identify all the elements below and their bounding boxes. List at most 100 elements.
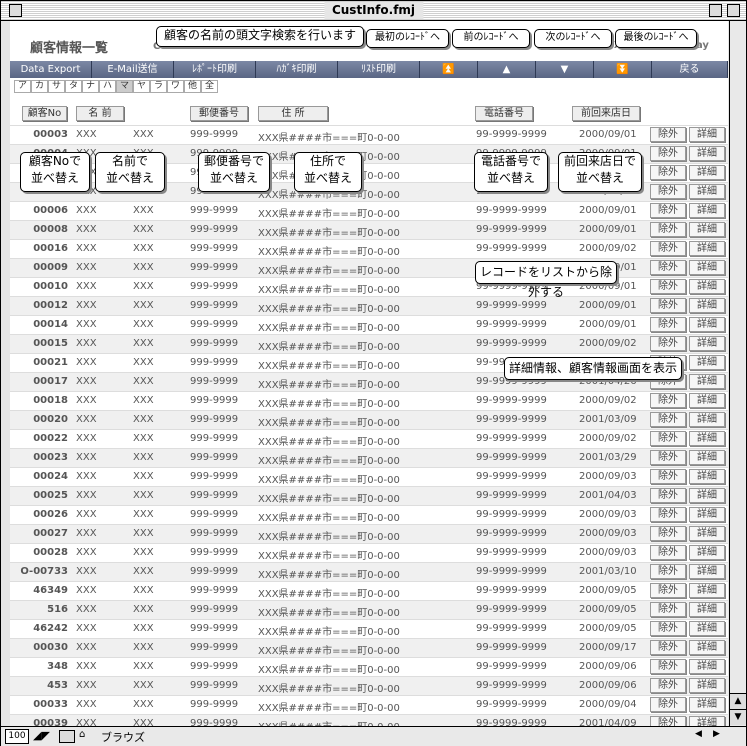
exclude-button[interactable]: 除外: [650, 222, 686, 237]
kana-index-7[interactable]: ヤ: [133, 80, 150, 93]
detail-button[interactable]: 詳細: [689, 298, 725, 313]
kana-index-3[interactable]: タ: [65, 80, 82, 93]
exclude-button[interactable]: 除外: [650, 241, 686, 256]
kana-index-5[interactable]: ハ: [99, 80, 116, 93]
kana-index-6[interactable]: マ: [116, 80, 133, 93]
table-row[interactable]: 00020 XXX XXX 999-9999 XXX県####市===町0-0-00 99…: [10, 410, 728, 430]
exclude-button[interactable]: 除外: [650, 450, 686, 465]
kana-index-4[interactable]: ナ: [82, 80, 99, 93]
zoom-icon[interactable]: ◢◤: [33, 729, 50, 742]
sort-by-address-button[interactable]: 住 所: [258, 106, 328, 121]
table-row[interactable]: 00015 XXX XXX 999-9999 XXX県####市===町0-0-00 99…: [10, 334, 728, 354]
kana-index-8[interactable]: ラ: [150, 80, 167, 93]
email-send-button[interactable]: E-Mail送信: [92, 61, 174, 78]
last-record-button[interactable]: ⏬: [594, 61, 652, 78]
table-row[interactable]: 00003 XXX XXX 999-9999 XXX県####市===町0-0-00 99…: [10, 125, 728, 145]
detail-button[interactable]: 詳細: [689, 393, 725, 408]
exclude-button[interactable]: 除外: [650, 659, 686, 674]
detail-button[interactable]: 詳細: [689, 165, 725, 180]
detail-button[interactable]: 詳細: [689, 678, 725, 693]
table-row[interactable]: 348 XXX XXX 999-9999 XXX県####市===町0-0-00 99-9…: [10, 657, 728, 677]
kana-index-11[interactable]: 全: [201, 80, 218, 93]
detail-button[interactable]: 詳細: [689, 127, 725, 142]
exclude-button[interactable]: 除外: [650, 678, 686, 693]
sort-by-name-button[interactable]: 名 前: [76, 106, 124, 121]
exclude-button[interactable]: 除外: [650, 184, 686, 199]
table-row[interactable]: 00018 XXX XXX 999-9999 XXX県####市===町0-0-00 99…: [10, 391, 728, 411]
table-row[interactable]: 00016 XXX XXX 999-9999 XXX県####市===町0-0-00 99…: [10, 239, 728, 259]
sort-by-last-visit-button[interactable]: 前回来店日: [572, 106, 640, 121]
exclude-button[interactable]: 除外: [650, 488, 686, 503]
detail-button[interactable]: 詳細: [689, 716, 725, 726]
table-row[interactable]: 00010 XXX XXX 999-9999 XXX県####市===町0-0-00 99…: [10, 277, 728, 297]
detail-button[interactable]: 詳細: [689, 450, 725, 465]
detail-button[interactable]: 詳細: [689, 336, 725, 351]
detail-button[interactable]: 詳細: [689, 317, 725, 332]
exclude-button[interactable]: 除外: [650, 697, 686, 712]
table-row[interactable]: 453 XXX XXX 999-9999 XXX県####市===町0-0-00 99-9…: [10, 676, 728, 696]
status-area-icon[interactable]: [59, 730, 75, 743]
title-bar[interactable]: CustInfo.fmj: [1, 1, 746, 21]
detail-button[interactable]: 詳細: [689, 602, 725, 617]
detail-button[interactable]: 詳細: [689, 222, 725, 237]
detail-button[interactable]: 詳細: [689, 203, 725, 218]
exclude-button[interactable]: 除外: [650, 431, 686, 446]
detail-button[interactable]: 詳細: [689, 469, 725, 484]
exclude-button[interactable]: 除外: [650, 279, 686, 294]
postcard-print-button[interactable]: ﾊｶﾞｷ印刷: [256, 61, 338, 78]
detail-button[interactable]: 詳細: [689, 355, 725, 370]
exclude-button[interactable]: 除外: [650, 203, 686, 218]
report-print-button[interactable]: ﾚﾎﾟｰﾄ印刷: [174, 61, 256, 78]
detail-button[interactable]: 詳細: [689, 146, 725, 161]
detail-button[interactable]: 詳細: [689, 621, 725, 636]
mode-label[interactable]: ブラウズ: [101, 729, 145, 745]
exclude-button[interactable]: 除外: [650, 507, 686, 522]
detail-button[interactable]: 詳細: [689, 374, 725, 389]
first-record-button[interactable]: ⏫: [420, 61, 478, 78]
detail-button[interactable]: 詳細: [689, 640, 725, 655]
table-row[interactable]: 516 XXX XXX 999-9999 XXX県####市===町0-0-00 99-9…: [10, 600, 728, 620]
exclude-button[interactable]: 除外: [650, 393, 686, 408]
table-row[interactable]: 00026 XXX XXX 999-9999 XXX県####市===町0-0-00 99…: [10, 505, 728, 525]
detail-button[interactable]: 詳細: [689, 583, 725, 598]
exclude-button[interactable]: 除外: [650, 146, 686, 161]
detail-button[interactable]: 詳細: [689, 279, 725, 294]
exclude-button[interactable]: 除外: [650, 412, 686, 427]
table-row[interactable]: 46349 XXX XXX 999-9999 XXX県####市===町0-0-00 99…: [10, 581, 728, 601]
exclude-button[interactable]: 除外: [650, 336, 686, 351]
table-row[interactable]: 00023 XXX XXX 999-9999 XXX県####市===町0-0-00 99…: [10, 448, 728, 468]
table-row[interactable]: 00025 XXX XXX 999-9999 XXX県####市===町0-0-00 99…: [10, 486, 728, 506]
mode-icon[interactable]: ⌂: [79, 729, 85, 740]
kana-index-10[interactable]: 他: [184, 80, 201, 93]
table-row[interactable]: 46242 XXX XXX 999-9999 XXX県####市===町0-0-00 99…: [10, 619, 728, 639]
detail-button[interactable]: 詳細: [689, 241, 725, 256]
close-box-icon[interactable]: [9, 4, 22, 17]
table-row[interactable]: 00028 XXX XXX 999-9999 XXX県####市===町0-0-00 99…: [10, 543, 728, 563]
table-row[interactable]: 00006 XXX XXX 999-9999 XXX県####市===町0-0-00 99…: [10, 201, 728, 221]
kana-index-9[interactable]: ワ: [167, 80, 184, 93]
zoom-box-icon[interactable]: [709, 4, 722, 17]
scroll-right-icon[interactable]: ▶: [713, 729, 720, 739]
exclude-button[interactable]: 除外: [650, 640, 686, 655]
prev-record-button[interactable]: ▲: [478, 61, 536, 78]
table-row[interactable]: 00014 XXX XXX 999-9999 XXX県####市===町0-0-00 99…: [10, 315, 728, 335]
table-row[interactable]: 00022 XXX XXX 999-9999 XXX県####市===町0-0-00 99…: [10, 429, 728, 449]
exclude-button[interactable]: 除外: [650, 526, 686, 541]
kana-index-1[interactable]: カ: [31, 80, 48, 93]
exclude-button[interactable]: 除外: [650, 545, 686, 560]
list-print-button[interactable]: ﾘｽﾄ印刷: [338, 61, 420, 78]
exclude-button[interactable]: 除外: [650, 564, 686, 579]
table-row[interactable]: 00009XXXXXX999-9999XXX県####市===町0-0-0099…: [10, 258, 728, 278]
table-row[interactable]: 00027 XXX XXX 999-9999 XXX県####市===町0-0-00 99…: [10, 524, 728, 544]
table-row[interactable]: 00008 XXX XXX 999-9999 XXX県####市===町0-0-00 99…: [10, 220, 728, 240]
zoom-level[interactable]: 100: [5, 729, 29, 744]
exclude-button[interactable]: 除外: [650, 469, 686, 484]
scroll-left-icon[interactable]: ◀: [695, 729, 702, 739]
exclude-button[interactable]: 除外: [650, 716, 686, 726]
kana-index-2[interactable]: サ: [48, 80, 65, 93]
detail-button[interactable]: 詳細: [689, 412, 725, 427]
table-row[interactable]: 00039 XXX XXX 999-9999 XXX県####市===町0-0-00 99…: [10, 714, 728, 726]
table-row[interactable]: 00033 XXX XXX 999-9999 XXX県####市===町0-0-00 99…: [10, 695, 728, 715]
exclude-button[interactable]: 除外: [650, 602, 686, 617]
detail-button[interactable]: 詳細: [689, 431, 725, 446]
